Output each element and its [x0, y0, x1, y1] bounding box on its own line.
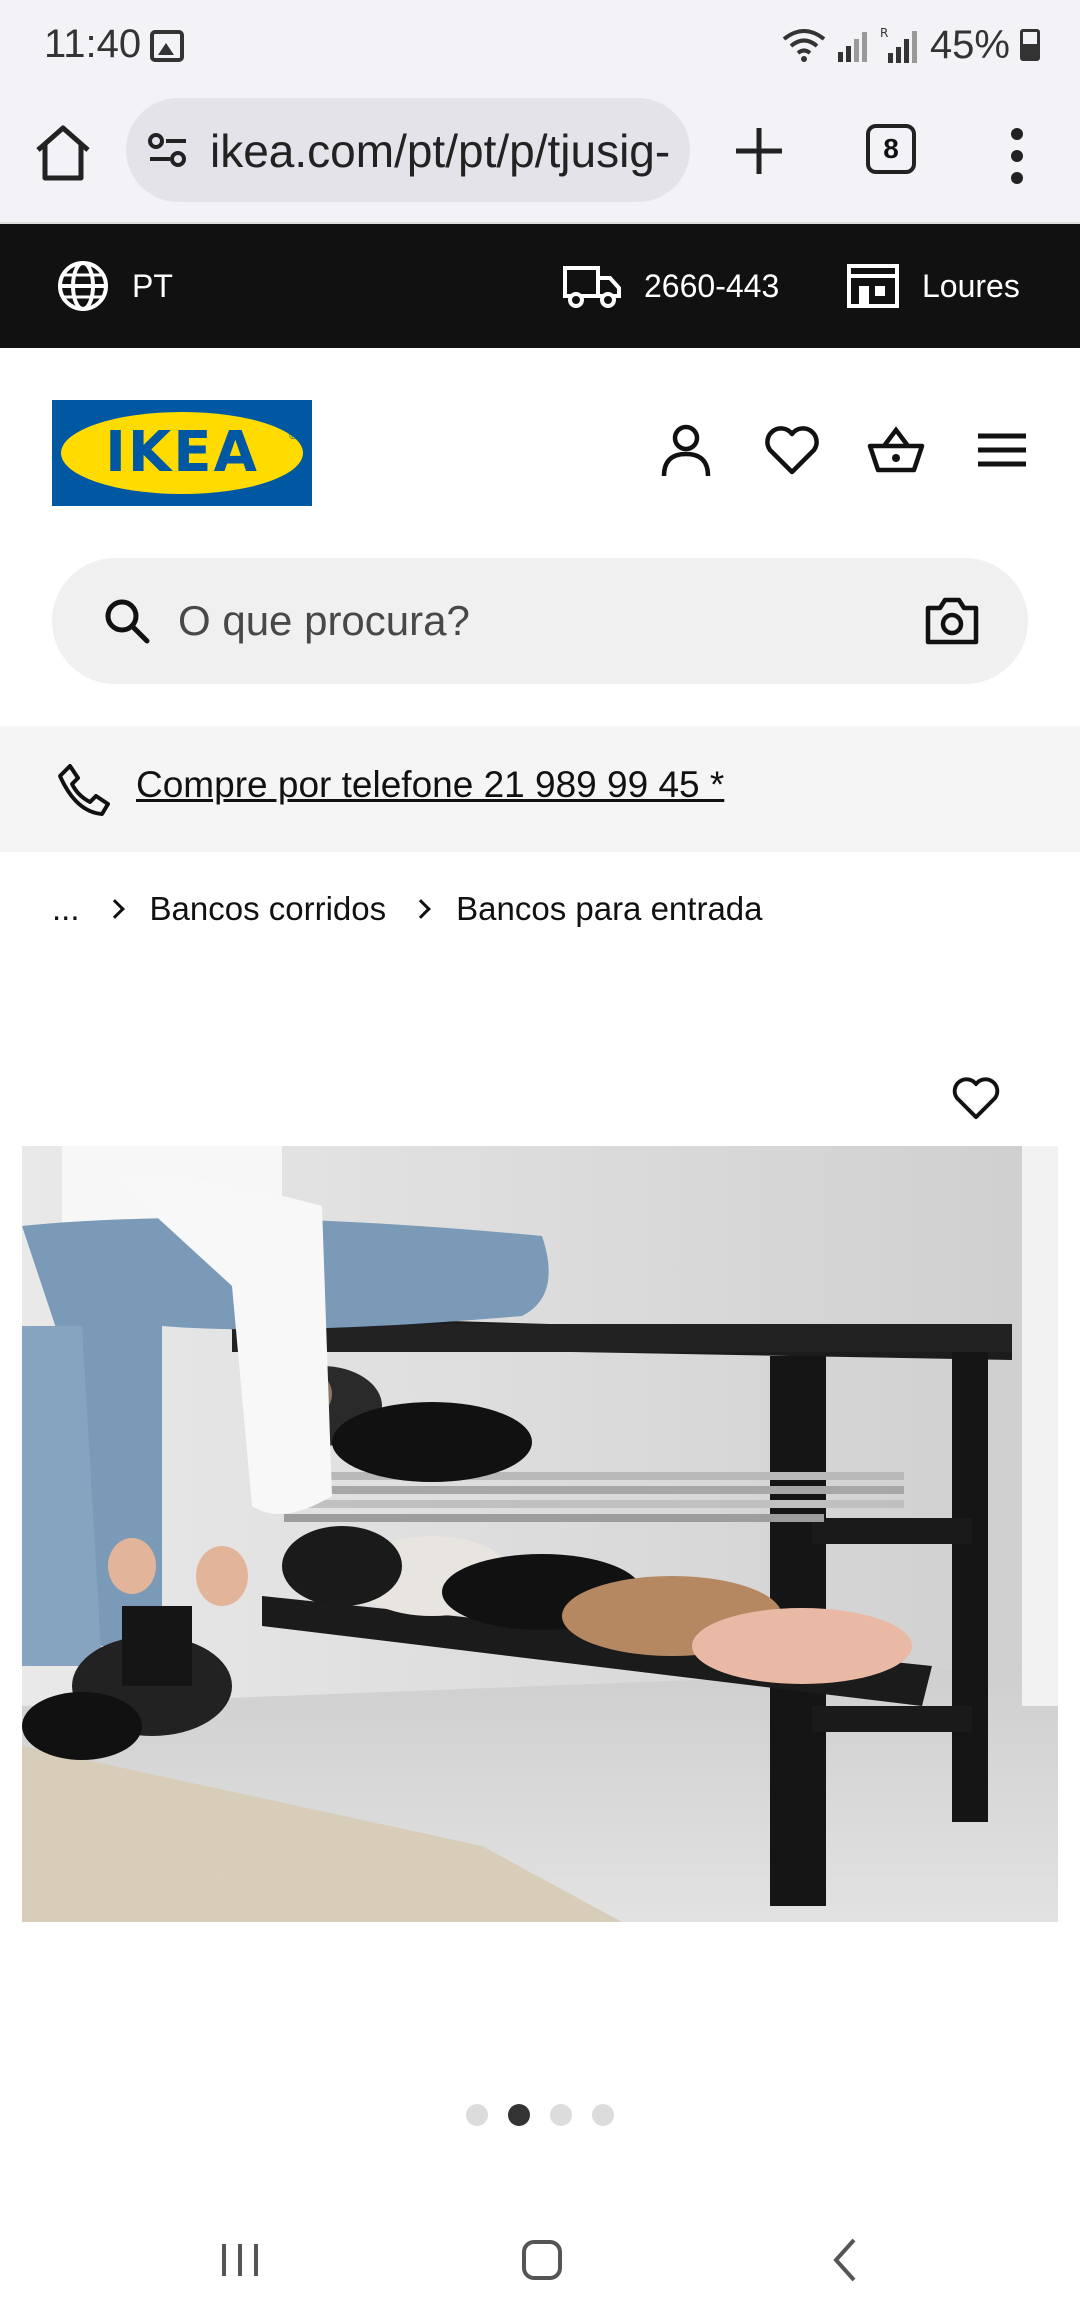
carousel-dot[interactable]	[466, 2104, 488, 2126]
camera-search-icon[interactable]	[924, 594, 980, 648]
carousel-dot-active[interactable]	[508, 2104, 530, 2126]
signal-roaming-icon: R	[880, 26, 917, 63]
address-bar[interactable]: ikea.com/pt/pt/p/tjusig-	[126, 98, 690, 202]
carousel-dot[interactable]	[550, 2104, 572, 2126]
chevron-right-icon	[104, 899, 125, 919]
store-label: Loures	[922, 267, 1020, 304]
language-label: PT	[132, 267, 173, 304]
phone-order-banner: Compre por telefone 21 989 99 45 *	[0, 726, 1080, 852]
account-icon[interactable]	[656, 420, 716, 480]
status-indicators: R 45%	[782, 22, 1040, 68]
chevron-right-icon	[411, 899, 432, 919]
system-navigation-bar	[0, 2200, 1080, 2316]
product-image[interactable]	[22, 1146, 1058, 1922]
home-button[interactable]	[30, 120, 96, 186]
ikea-logo[interactable]: IKEA ®	[52, 400, 312, 506]
cart-icon[interactable]	[866, 420, 926, 480]
site-settings-icon[interactable]	[148, 132, 188, 168]
menu-icon[interactable]	[972, 420, 1032, 480]
recent-apps-icon[interactable]	[210, 2230, 270, 2290]
heart-icon	[952, 1077, 1000, 1120]
more-options-icon[interactable]	[1000, 126, 1034, 186]
truck-icon	[563, 266, 621, 308]
url-text[interactable]: ikea.com/pt/pt/p/tjusig-	[210, 124, 680, 178]
browser-toolbar: ikea.com/pt/pt/p/tjusig- 8	[0, 90, 1080, 224]
signal-icon	[837, 32, 867, 62]
ikea-top-strip: PT 2660-443 Loures	[0, 224, 1080, 348]
carousel-indicator	[466, 2104, 614, 2126]
status-bar: 11:40 R 45%	[0, 0, 1080, 90]
language-selector[interactable]: PT	[56, 260, 173, 312]
svg-text:R: R	[880, 26, 888, 40]
breadcrumb-item[interactable]: Bancos para entrada	[456, 890, 762, 928]
store-selector[interactable]: Loures	[846, 260, 1020, 312]
back-icon[interactable]	[816, 2230, 876, 2290]
phone-order-link[interactable]: Compre por telefone 21 989 99 45 *	[136, 764, 724, 806]
breadcrumb-item[interactable]: Bancos corridos	[150, 890, 387, 928]
globe-icon	[58, 261, 108, 311]
delivery-postcode[interactable]: 2660-443	[562, 260, 779, 312]
search-input[interactable]	[178, 588, 838, 654]
battery-icon	[1020, 29, 1040, 61]
breadcrumb: ... Bancos corridos Bancos para entrada	[52, 884, 763, 934]
gallery-notification-icon	[150, 30, 184, 62]
search-bar[interactable]	[52, 558, 1028, 684]
product-photo	[22, 1146, 1058, 1922]
ikea-logo-text: IKEA	[105, 420, 259, 485]
status-time: 11:40	[44, 22, 142, 66]
tab-switcher-button[interactable]: 8	[866, 124, 916, 174]
home-nav-icon[interactable]	[512, 2230, 572, 2290]
store-icon	[847, 264, 899, 308]
add-to-favourites-button[interactable]	[940, 1056, 1012, 1146]
breadcrumb-ellipsis[interactable]: ...	[52, 890, 80, 928]
carousel-dot[interactable]	[592, 2104, 614, 2126]
postcode-label: 2660-443	[644, 267, 780, 304]
favourites-icon[interactable]	[762, 420, 822, 480]
registered-mark: ®	[289, 428, 298, 442]
battery-percentage: 45%	[929, 22, 1010, 67]
wifi-icon	[782, 29, 826, 62]
phone-icon	[58, 764, 110, 816]
new-tab-button[interactable]	[726, 118, 792, 184]
search-icon[interactable]	[102, 596, 152, 646]
